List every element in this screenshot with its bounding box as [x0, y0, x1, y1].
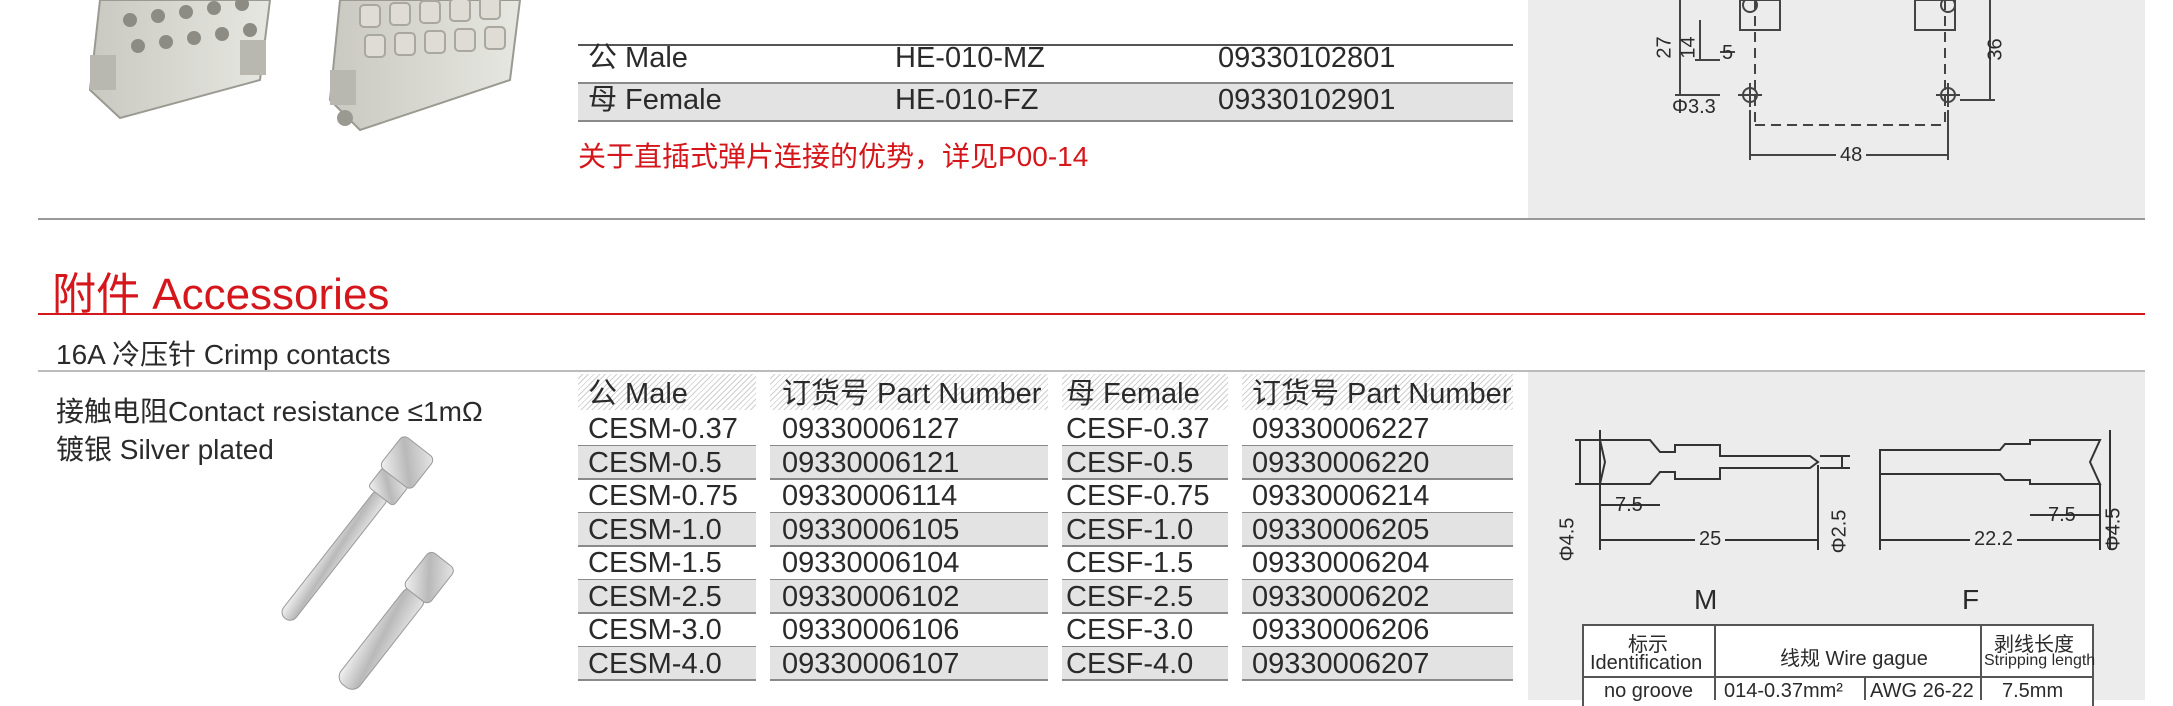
wire-header-identification: Identification [1590, 652, 1703, 674]
table-cell: 09330006206 [1252, 614, 1430, 646]
wire-table-divider [1864, 676, 1866, 700]
dim-hole: Φ3.3 [1672, 96, 1716, 118]
top-male-label: 公 Male [588, 42, 688, 74]
table-cell: CESM-1.5 [588, 547, 722, 579]
accessories-title-rule [38, 313, 2145, 315]
dim-male-dia-2-5: Φ2.5 [1828, 509, 1851, 554]
direct-plug-note: 关于直插式弹片连接的优势，详见P00-14 [578, 141, 1089, 172]
crimp-contacts-image [220, 435, 490, 690]
table-cell: 09330006107 [782, 647, 960, 680]
table-cell: 09330006105 [782, 513, 960, 546]
table-cell: 09330006202 [1252, 580, 1430, 613]
connector-insert-image [80, 0, 540, 140]
dim-female-22-2: 22.2 [1970, 528, 2017, 551]
label-male-m: M [1694, 584, 1718, 615]
table-cell: CESF-0.5 [1066, 446, 1194, 479]
table-cell: 09330006102 [782, 580, 960, 613]
top-female-label: 母 Female [588, 84, 722, 116]
dim-48: 48 [1836, 144, 1867, 167]
wire-table-divider [1714, 624, 1716, 700]
dim-36: 36 [1984, 38, 2007, 61]
contact-resistance-spec: 接触电阻Contact resistance ≤1mΩ [56, 396, 483, 427]
housing-dimension-drawing: 27 14 5 36 Φ3.3 48 [1654, 0, 2020, 170]
dim-male-dia-4-5: Φ4.5 [1556, 517, 1579, 562]
dim-27: 27 [1653, 36, 1676, 59]
top-female-model: HE-010-FZ [895, 84, 1039, 116]
table-cell: CESM-1.0 [588, 513, 722, 546]
table-cell: CESF-0.75 [1066, 480, 1210, 512]
table-cell: CESF-0.37 [1066, 413, 1210, 445]
top-male-part: 09330102801 [1218, 42, 1396, 74]
table-cell: CESM-3.0 [588, 614, 722, 646]
top-female-part: 09330102901 [1218, 84, 1396, 116]
table-cell: 09330006227 [1252, 413, 1430, 445]
table-cell: 09330006127 [782, 413, 960, 445]
top-male-model: HE-010-MZ [895, 42, 1045, 74]
table-cell: CESM-2.5 [588, 580, 722, 613]
table-cell: CESM-0.5 [588, 446, 722, 479]
table-cell: 09330006205 [1252, 513, 1430, 546]
wire-header-gauge: 线规 Wire gague [1780, 648, 1928, 670]
table-cell: CESF-3.0 [1066, 614, 1194, 646]
dim-female-7-5: 7.5 [2048, 504, 2076, 526]
header-male: 公 Male [588, 378, 688, 410]
table-cell: CESF-1.0 [1066, 513, 1194, 546]
table-cell: CESM-0.75 [588, 480, 738, 512]
table-cell: 09330006104 [782, 547, 960, 579]
table-cell: 09330006204 [1252, 547, 1430, 579]
top-table-line [578, 120, 1513, 122]
section-divider [38, 218, 2145, 220]
dim-male-25: 25 [1695, 528, 1726, 551]
table-cell: CESF-4.0 [1066, 647, 1194, 680]
header-female-part-number: 订货号 Part Number [1252, 378, 1512, 410]
contact-dimension-drawing: 7.5 25 Φ2.5 Φ4.5 7.5 22.2 Φ4.5 [1556, 410, 2124, 561]
table-cell: 09330006214 [1252, 480, 1430, 512]
table-cell: 09330006220 [1252, 446, 1430, 479]
header-female: 母 Female [1066, 378, 1200, 410]
header-male-part-number: 订货号 Part Number [782, 378, 1042, 410]
table-cell: CESF-2.5 [1066, 580, 1194, 613]
table-cell: CESF-1.5 [1066, 547, 1194, 579]
subtitle-rule [38, 370, 2145, 372]
table-cell: 09330006207 [1252, 647, 1430, 680]
wire-table-row-line [1582, 676, 2092, 678]
dim-14: 14 [1677, 36, 1700, 59]
wire-table-divider [1980, 624, 1982, 700]
crimp-contacts-subtitle: 16A 冷压针 Crimp contacts [56, 339, 391, 370]
dim-male-7-5: 7.5 [1615, 494, 1643, 516]
dim-female-dia-4-5: Φ4.5 [2102, 507, 2125, 552]
table-cell: 09330006121 [782, 446, 960, 479]
table-cell: 09330006114 [782, 480, 958, 512]
label-female-f: F [1962, 584, 1980, 615]
wire-header-stripping: Stripping length [1984, 652, 2096, 669]
dim-5: 5 [1722, 42, 1734, 64]
table-cell: 09330006106 [782, 614, 960, 646]
table-cell: CESM-4.0 [588, 647, 722, 680]
table-cell: CESM-0.37 [588, 413, 738, 445]
